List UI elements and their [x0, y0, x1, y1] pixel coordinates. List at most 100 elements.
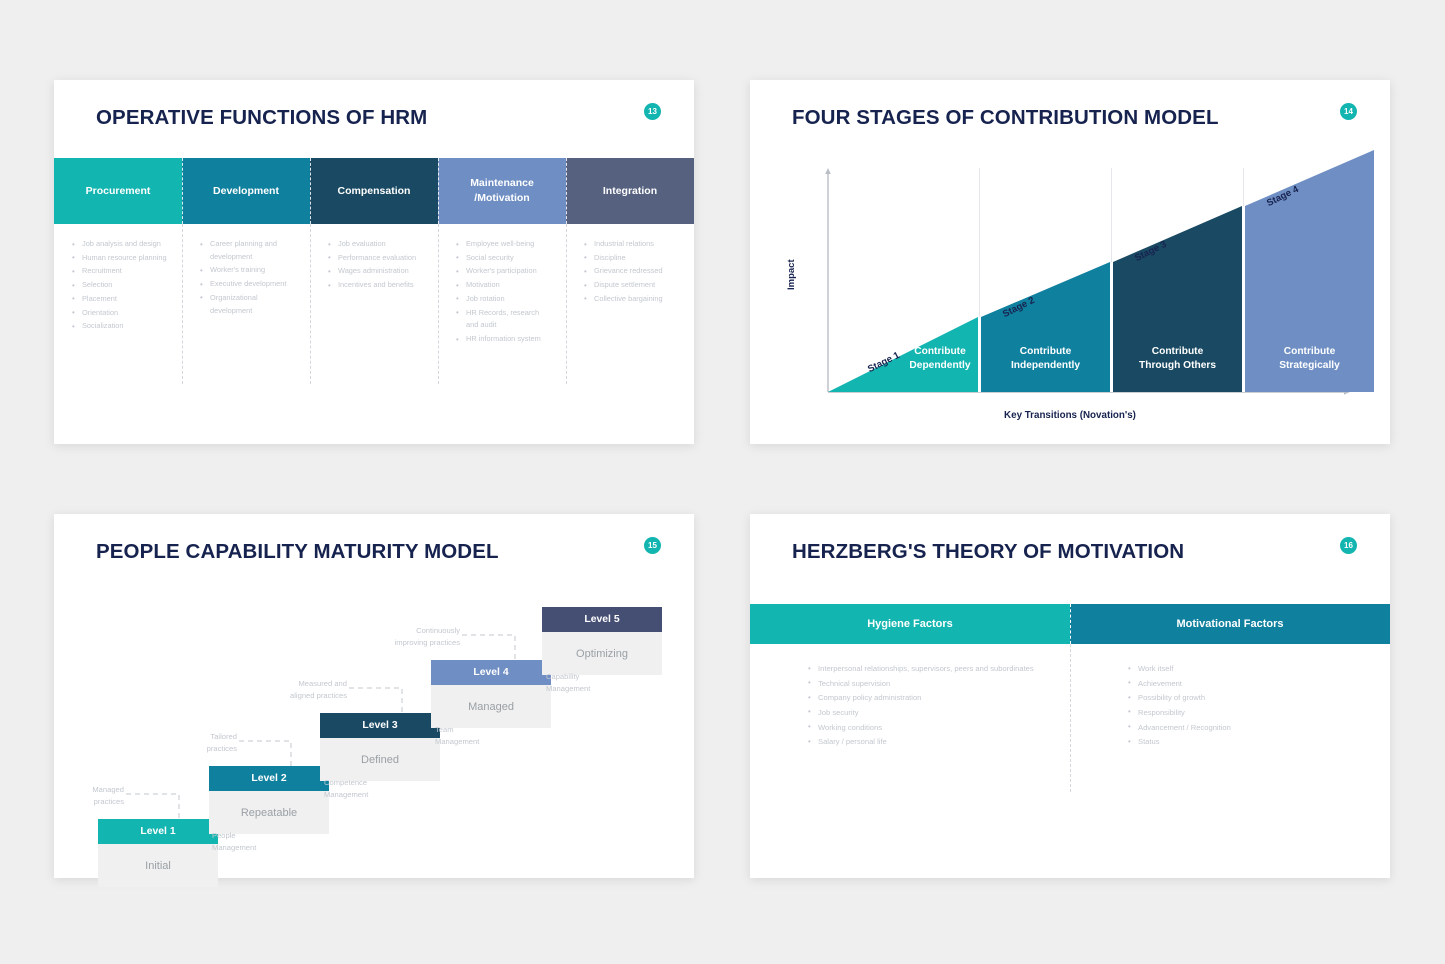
connector-left-1 [126, 793, 180, 819]
page-title: OPERATIVE FUNCTIONS OF HRM [96, 106, 428, 129]
herzberg-header-motivational-factors[interactable]: Motivational Factors [1070, 604, 1390, 644]
list-item: Career planning and development [200, 237, 296, 263]
herzberg-column-hygiene-factors: Interpersonal relationships, supervisors… [750, 662, 1070, 774]
hrm-header-integration[interactable]: Integration [566, 158, 694, 224]
list-item: HR Records, research and audit [456, 306, 552, 332]
step-body: Initial [98, 844, 218, 887]
note-line1: People [212, 831, 236, 840]
pcmm-diagram: Level 1 Initial Level 2 Repeatable Level… [54, 566, 694, 887]
pcmm-step-level-5[interactable]: Level 5 Optimizing [542, 607, 662, 675]
x-axis-label: Key Transitions (Novation's) [1004, 410, 1136, 421]
list-item: Industrial relations [584, 238, 680, 251]
herzberg-header-label: Motivational Factors [1176, 618, 1284, 630]
stage-caption-line2: Dependently [909, 360, 971, 372]
status-badge: 14 [1340, 103, 1357, 120]
note-line2: practices [206, 743, 237, 753]
list-item: Advancement / Recognition [1128, 720, 1360, 735]
hrm-column-integration: Industrial relations Discipline Grievanc… [566, 224, 694, 384]
list-item: Achievement [1128, 676, 1360, 691]
stage-caption-line2: Strategically [1279, 360, 1340, 372]
hrm-body-row: Job analysis and design Human resource p… [54, 224, 694, 384]
bullet-list: Industrial relations Discipline Grievanc… [584, 238, 680, 306]
list-item: Employee well-being [456, 238, 552, 251]
list-item: Work itself [1128, 662, 1360, 676]
bullet-list: Employee well-being Social security Work… [456, 238, 552, 347]
pcmm-step-level-4[interactable]: Level 4 Managed [431, 660, 551, 728]
note-line2: aligned practices [290, 690, 347, 700]
card-four-stages-contribution: FOUR STAGES OF CONTRIBUTION MODEL 14 Imp… [750, 80, 1390, 444]
card-herzberg-theory-motivation: HERZBERG'S THEORY OF MOTIVATION 16 Hygie… [750, 514, 1390, 878]
connector-left-3 [349, 687, 403, 713]
hrm-header-label: Compensation [337, 184, 411, 197]
note-line2: improving practices [394, 637, 460, 647]
hrm-header-row: Procurement Development Compensation Mai… [54, 158, 694, 224]
y-axis-arrow-icon [825, 168, 831, 174]
hrm-header-label: Integration [602, 184, 658, 197]
pcmm-note-managed-practices: Managed practices [26, 784, 124, 808]
list-item: Job security [808, 705, 1040, 720]
stage-caption-line1: Contribute [1019, 346, 1072, 357]
hrm-header-label-line2: /Motivation [474, 192, 530, 204]
hrm-column-compensation: Job evaluation Performance evaluation Wa… [310, 224, 438, 384]
list-item: Orientation [72, 306, 168, 319]
list-item: Collective bargaining [584, 292, 680, 305]
list-item: Social security [456, 251, 552, 264]
hrm-header-procurement[interactable]: Procurement [54, 158, 182, 224]
herzberg-table: Hygiene Factors Motivational Factors Int… [750, 604, 1390, 792]
note-line2: Management [324, 789, 369, 799]
hrm-header-compensation[interactable]: Compensation [310, 158, 438, 224]
list-item: Incentives and benefits [328, 279, 424, 292]
stage-caption-line2: Independently [1010, 360, 1081, 372]
stage-1-caption: Contribute Dependently [900, 345, 980, 373]
list-item: Job rotation [456, 292, 552, 305]
list-item: Recruitment [72, 265, 168, 278]
stage-caption-line2: Through Others [1139, 360, 1216, 372]
pcmm-step-level-2[interactable]: Level 2 Repeatable [209, 766, 329, 834]
pcmm-step-level-1[interactable]: Level 1 Initial [98, 819, 218, 887]
hrm-column-development: Career planning and development Worker's… [182, 224, 310, 384]
status-badge: 15 [644, 537, 661, 554]
list-item: Placement [72, 292, 168, 305]
bullet-list: Job evaluation Performance evaluation Wa… [328, 238, 424, 293]
list-item: Discipline [584, 251, 680, 264]
list-item: Job analysis and design [72, 238, 168, 251]
note-line1: Continuously [416, 626, 460, 635]
step-head: Level 2 [209, 766, 329, 791]
page-title: PEOPLE CAPABILITY MATURITY MODEL [96, 540, 499, 563]
stages-chart: Impact Key Transitions (Novation's) Stag… [750, 142, 1390, 442]
list-item: HR information system [456, 333, 552, 346]
herzberg-body-row: Interpersonal relationships, supervisors… [750, 644, 1390, 792]
list-item: Selection [72, 279, 168, 292]
step-body: Repeatable [209, 791, 329, 834]
pcmm-note-continuously-improving-practices: Continuously improving practices [342, 625, 460, 649]
connector-left-2 [239, 740, 292, 766]
pcmm-note-competence-management: Competence Management [324, 777, 424, 801]
slide-canvas: OPERATIVE FUNCTIONS OF HRM 13 Procuremen… [0, 0, 1445, 964]
stage-4-caption: Contribute Strategically [1245, 345, 1374, 373]
hrm-header-label: Development [213, 184, 279, 197]
status-badge: 16 [1340, 537, 1357, 554]
list-item: Socialization [72, 320, 168, 333]
step-body: Managed [431, 685, 551, 728]
list-item: Motivation [456, 279, 552, 292]
pcmm-note-team-management: Team Management [435, 724, 535, 748]
hrm-header-maintenance-motivation[interactable]: Maintenance /Motivation [438, 158, 566, 224]
hrm-table: Procurement Development Compensation Mai… [54, 158, 694, 384]
bullet-list: Interpersonal relationships, supervisors… [808, 662, 1040, 749]
note-line2: Management [212, 842, 257, 852]
pcmm-step-level-3[interactable]: Level 3 Defined [320, 713, 440, 781]
list-item: Organizational development [200, 291, 296, 317]
list-item: Worker's participation [456, 265, 552, 278]
herzberg-header-hygiene-factors[interactable]: Hygiene Factors [750, 604, 1070, 644]
list-item: Performance evaluation [328, 251, 424, 264]
step-head: Level 3 [320, 713, 440, 738]
note-line2: Management [435, 736, 480, 746]
hrm-header-label: Procurement [85, 184, 151, 197]
pcmm-note-measured-aligned-practices: Measured and aligned practices [229, 678, 347, 702]
hrm-header-development[interactable]: Development [182, 158, 310, 224]
list-item: Grievance redressed [584, 265, 680, 278]
note-line1: Measured and [298, 679, 347, 688]
list-item: Working conditions [808, 720, 1040, 735]
list-item: Interpersonal relationships, supervisors… [808, 662, 1040, 676]
connector-left-4 [462, 634, 516, 660]
